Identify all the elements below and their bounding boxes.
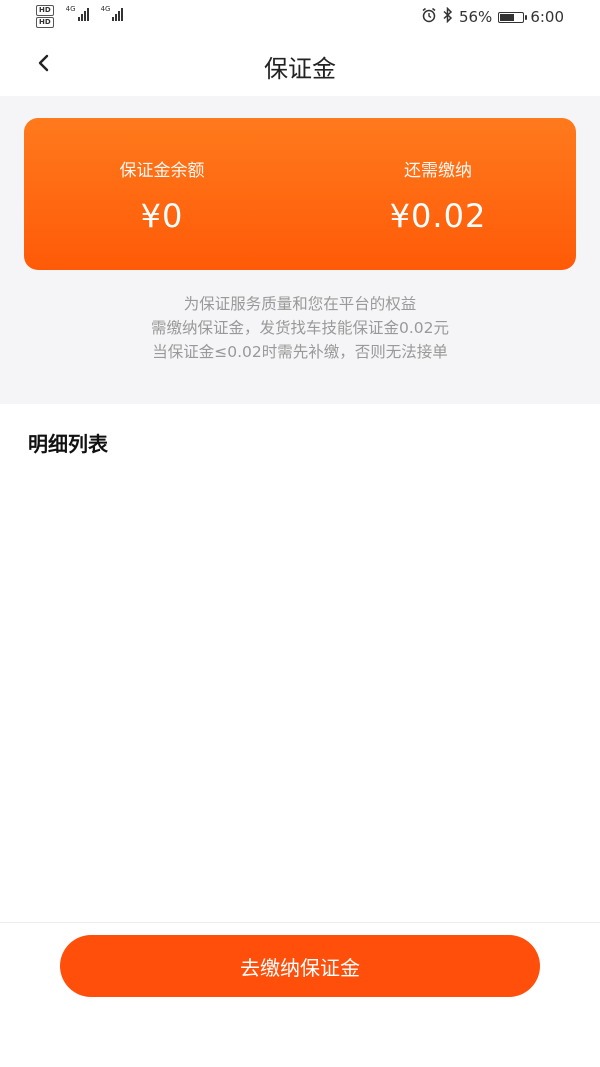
page-title: 保证金	[264, 55, 336, 83]
alarm-icon	[421, 7, 437, 27]
notice-line-2: 需缴纳保证金，发货找车技能保证金0.02元	[150, 319, 449, 337]
nav-bar: 保证金	[0, 34, 600, 96]
status-left: HD HD 4G 4G	[36, 5, 124, 28]
notice-line-3: 当保证金≤0.02时需先补缴，否则无法接单	[152, 343, 448, 361]
hd-badge-2: HD	[36, 17, 54, 28]
notice-line-1: 为保证服务质量和您在平台的权益	[183, 295, 417, 313]
bluetooth-icon	[443, 6, 453, 27]
signal-icon-1: 4G	[66, 5, 89, 21]
network-type-2: 4G	[100, 5, 111, 13]
balance-column: 保证金余额 ¥0	[24, 156, 300, 235]
battery-percent: 56%	[458, 8, 493, 26]
hd-badges: HD HD	[36, 5, 54, 28]
deposit-notice: 为保证服务质量和您在平台的权益 需缴纳保证金，发货找车技能保证金0.02元 当保…	[0, 292, 600, 364]
balance-amount: ¥0	[140, 197, 184, 235]
hd-badge-1: HD	[36, 5, 54, 16]
signal-icon-2: 4G	[101, 5, 124, 21]
clock-time: 6:00	[530, 8, 564, 26]
balance-label: 保证金余额	[119, 161, 205, 181]
pay-deposit-button[interactable]: 去缴纳保证金	[60, 935, 540, 997]
due-column: 还需缴纳 ¥0.02	[300, 156, 576, 235]
status-right: 56% 6:00	[421, 6, 564, 27]
deposit-card: 保证金余额 ¥0 还需缴纳 ¥0.02	[24, 118, 576, 270]
bottom-divider	[0, 922, 600, 923]
status-bar: HD HD 4G 4G 56% 6:00	[0, 0, 600, 34]
deposit-summary-section: 保证金余额 ¥0 还需缴纳 ¥0.02 为保证服务质量和您在平台的权益 需缴纳保…	[0, 96, 600, 404]
due-amount: ¥0.02	[389, 197, 487, 235]
network-type-1: 4G	[65, 5, 76, 13]
details-list-title: 明细列表	[28, 432, 108, 456]
battery-icon	[498, 11, 528, 23]
due-label: 还需缴纳	[404, 161, 472, 181]
